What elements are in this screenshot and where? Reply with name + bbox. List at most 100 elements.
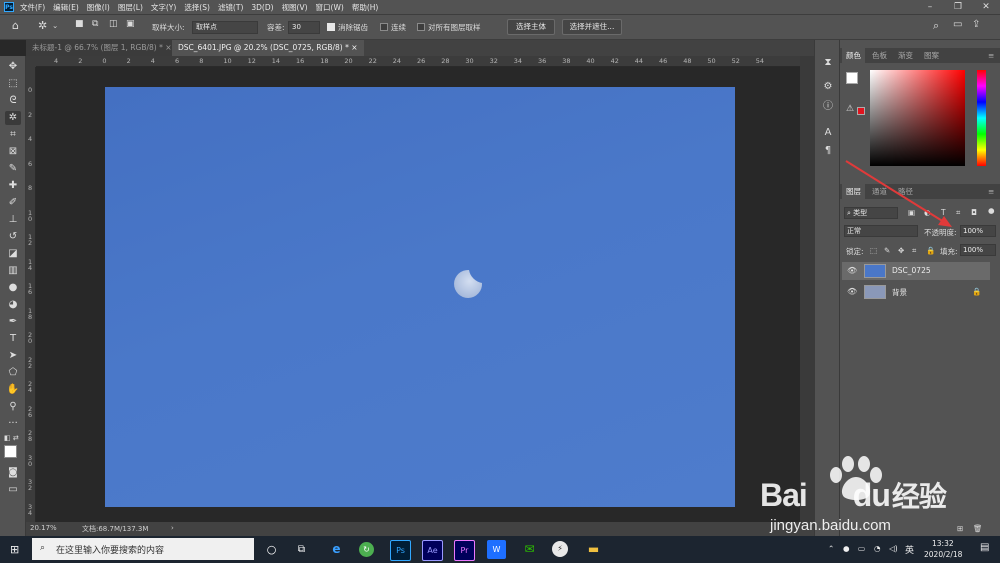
antialias-checkbox[interactable] [327, 23, 335, 31]
all-layers-checkbox[interactable] [417, 23, 425, 31]
menu-help[interactable]: 帮助(H) [352, 2, 379, 13]
menu-type[interactable]: 文字(Y) [151, 2, 176, 13]
magic-wand-tool-icon[interactable]: ✲ [38, 19, 47, 32]
foreground-color-swatch[interactable] [4, 445, 17, 458]
tray-chevron-icon[interactable]: ⌃ [828, 544, 834, 553]
photoshop-taskbar-icon[interactable]: Ps [390, 540, 411, 561]
menu-3d[interactable]: 3D(D) [251, 3, 273, 12]
notifications-icon[interactable]: ▤ [980, 542, 989, 553]
tray-app-icon[interactable]: ● [843, 544, 850, 553]
fill-input[interactable]: 100% [960, 244, 996, 256]
eraser-tool-icon[interactable]: ◪ [5, 247, 21, 261]
more-tools-icon[interactable]: ··· [5, 417, 21, 431]
opacity-input[interactable]: 100% [960, 225, 996, 237]
lock-transparent-icon[interactable]: ⬚ [870, 246, 877, 255]
zoom-tool-icon[interactable]: ⚲ [5, 400, 21, 414]
cortana-icon[interactable]: ○ [262, 540, 281, 559]
wechat-icon[interactable]: ✉ [520, 540, 539, 559]
dodge-tool-icon[interactable]: ◕ [5, 298, 21, 312]
layer-row[interactable]: 👁 背景 🔒 [842, 283, 990, 301]
lock-artboard-icon[interactable]: ⌗ [912, 246, 916, 256]
network-icon[interactable]: ◔ [874, 544, 881, 553]
type-tool-icon[interactable]: T [5, 332, 21, 346]
task-view-icon[interactable]: ⧉ [292, 540, 311, 559]
pen-tool-icon[interactable]: ✒ [5, 315, 21, 329]
sample-size-select[interactable]: 取样点 [192, 21, 258, 34]
search-icon[interactable]: ⌕ [933, 19, 939, 33]
clock-date[interactable]: 2020/2/18 [924, 550, 962, 559]
ime-indicator[interactable]: 英 [905, 543, 914, 556]
after-effects-icon[interactable]: Ae [422, 540, 443, 561]
restore-icon[interactable]: ❐ [944, 0, 972, 14]
foreground-color-swatch[interactable] [846, 72, 858, 84]
adjustments-icon[interactable]: ⚙ [821, 80, 835, 94]
tab-swatches[interactable]: 色板 [868, 48, 891, 63]
warning-icon[interactable]: ⚠ [846, 104, 854, 114]
filter-smart-icon[interactable]: ◘ [971, 208, 977, 217]
hue-slider[interactable] [977, 70, 986, 166]
hand-tool-icon[interactable]: ✋ [5, 383, 21, 397]
clone-stamp-icon[interactable]: ⊥ [5, 213, 21, 227]
new-selection-icon[interactable]: ■ [75, 19, 84, 29]
brush-tool-icon[interactable]: ✐ [5, 196, 21, 210]
tab-color[interactable]: 颜色 [842, 48, 865, 63]
color-field[interactable] [870, 70, 965, 166]
zoom-level[interactable]: 20.17% [30, 524, 57, 532]
select-and-mask-button[interactable]: 选择并遮住... [562, 19, 622, 35]
tab-dsc6401[interactable]: DSC_6401.JPG @ 20.2% (DSC_0725, RGB/8) *… [172, 40, 364, 56]
layer-row[interactable]: 👁 DSC_0725 [842, 262, 990, 280]
select-subject-button[interactable]: 选择主体 [507, 19, 555, 35]
eye-icon[interactable]: 👁 [847, 266, 857, 275]
file-explorer-icon[interactable]: ▬ [584, 540, 603, 559]
screen-mode-icon[interactable]: ▭ [5, 483, 21, 497]
lock-pixels-icon[interactable]: ✎ [884, 246, 890, 255]
minimize-icon[interactable]: – [916, 0, 944, 14]
tab-untitled[interactable]: 未标题-1 @ 66.7% (图层 1, RGB/8) * × [26, 40, 178, 56]
quick-mask-icon[interactable]: ◙ [5, 466, 21, 480]
menu-file[interactable]: 文件(F) [20, 2, 45, 13]
intersect-selection-icon[interactable]: ▣ [126, 19, 135, 29]
chevron-right-icon[interactable]: › [171, 524, 174, 532]
panel-menu-icon[interactable]: ≡ [984, 184, 998, 199]
eyedropper-tool-icon[interactable]: ✎ [5, 162, 21, 176]
crop-tool-icon[interactable]: ⌗ [5, 128, 21, 142]
document-image[interactable] [105, 87, 735, 507]
blur-tool-icon[interactable]: ● [5, 281, 21, 295]
workspace-icon[interactable]: ▭ [953, 19, 962, 30]
menu-layer[interactable]: 图层(L) [118, 2, 143, 13]
paragraph-icon[interactable]: ¶ [821, 144, 835, 158]
history-icon[interactable]: ⧗ [821, 56, 835, 70]
premiere-icon[interactable]: Pr [454, 540, 475, 561]
shape-tool-icon[interactable]: ⬠ [5, 366, 21, 380]
path-selection-icon[interactable]: ➤ [5, 349, 21, 363]
default-colors-icon[interactable]: ◧ ⇄ [4, 434, 19, 442]
taskbar-search[interactable]: ⌕ 在这里输入你要搜索的内容 [32, 538, 254, 560]
home-icon[interactable]: ⌂ [12, 19, 19, 32]
menu-select[interactable]: 选择(S) [184, 2, 210, 13]
chevron-down-icon[interactable]: ⌄ [52, 21, 58, 30]
gradient-tool-icon[interactable]: ▥ [5, 264, 21, 278]
clock-time[interactable]: 13:32 [932, 539, 954, 548]
gamut-swatch[interactable] [857, 107, 865, 115]
lock-position-icon[interactable]: ✥ [898, 246, 904, 255]
close-icon[interactable]: ✕ [972, 0, 1000, 14]
menu-filter[interactable]: 滤镜(T) [218, 2, 243, 13]
share-icon[interactable]: ⇪ [972, 19, 980, 30]
volume-icon[interactable]: ◁) [889, 544, 898, 553]
battery-icon[interactable]: ▭ [858, 544, 865, 553]
panel-menu-icon[interactable]: ≡ [984, 48, 998, 63]
menu-edit[interactable]: 编辑(E) [53, 2, 79, 13]
tab-gradients[interactable]: 渐变 [894, 48, 917, 63]
tolerance-input[interactable]: 30 [288, 21, 320, 34]
lasso-tool-icon[interactable]: ᘓ [5, 94, 21, 108]
close-icon[interactable]: × [351, 43, 357, 52]
menu-window[interactable]: 窗口(W) [316, 2, 344, 13]
close-icon[interactable]: × [165, 43, 171, 52]
windows-start-icon[interactable]: ⊞ [10, 543, 19, 556]
subtract-selection-icon[interactable]: ◫ [109, 19, 118, 29]
menu-view[interactable]: 视图(V) [282, 2, 308, 13]
edge-icon[interactable]: e [327, 540, 346, 559]
marquee-tool-icon[interactable]: ⬚ [5, 77, 21, 91]
lock-all-icon[interactable]: 🔒 [926, 246, 935, 255]
frame-tool-icon[interactable]: ⊠ [5, 145, 21, 159]
